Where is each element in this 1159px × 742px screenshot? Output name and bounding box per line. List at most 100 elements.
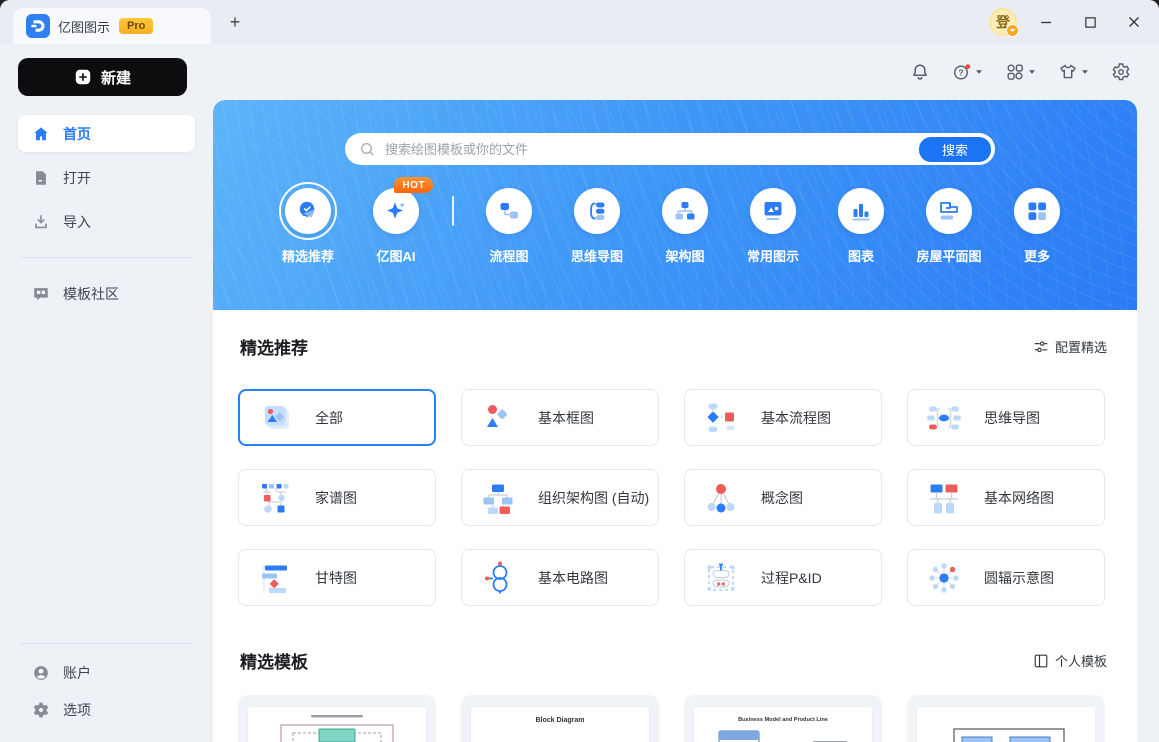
section-title: 精选推荐 [240,339,308,358]
sidebar-item-import[interactable]: 导入 [18,203,195,240]
document-icon [32,169,50,187]
avatar-dropdown-icon [1006,24,1019,37]
new-tab-button[interactable]: + [224,11,246,33]
template-preview-image: Business Model and Product Line [694,707,872,742]
category-charts[interactable]: 图表 [817,188,905,265]
configure-featured-link[interactable]: 配置精选 [1033,337,1107,356]
all-templates-icon [256,399,294,437]
template-card-basic-frame[interactable]: 基本框图 [461,389,659,446]
sidebar-item-options[interactable]: 选项 [18,691,195,728]
maximize-button[interactable] [1075,7,1105,37]
personal-templates-link[interactable]: 个人模板 [1033,651,1107,670]
template-preview-card[interactable]: Business Model and Product Line [684,695,882,742]
template-card-org-chart-auto[interactable]: 组织架构图 (自动) [461,469,659,526]
featured-section-header: 精选推荐 配置精选 [240,334,1107,359]
svg-text:Business Model and Product Lin: Business Model and Product Line [738,717,828,723]
search-bar: 搜索 [345,133,995,165]
template-preview-card[interactable]: Block Diagram [461,695,659,742]
basic-frame-icon [479,399,517,437]
sidebar-item-home[interactable]: 首页 [18,115,195,152]
search-button[interactable]: 搜索 [919,136,991,162]
floorplan-icon [940,202,958,220]
sidebar-item-label: 打开 [63,169,91,186]
notifications-button[interactable] [910,62,930,82]
org-chart-auto-icon [479,479,517,517]
template-card-basic-flowchart[interactable]: 基本流程图 [684,389,882,446]
category-ai[interactable]: HOT 亿图AI [352,177,440,265]
template-card-label: 基本流程图 [761,409,831,426]
category-flowchart[interactable]: 流程图 [465,188,553,265]
template-preview-card[interactable] [238,695,436,742]
help-menu-button[interactable]: ? [952,62,983,82]
sidebar: 新建 首页 打开 导入 模板社区 账户 选项 [0,44,213,742]
bell-icon [913,64,927,80]
template-card-label: 基本电路图 [538,569,608,586]
settings-button[interactable] [1111,62,1131,82]
template-card-label: 思维导图 [984,409,1040,426]
template-card-all[interactable]: 全部 [238,389,436,446]
templates-section-header: 精选模板 个人模板 [240,648,1107,673]
panel-icon [1034,654,1048,667]
main-area: ? 搜索绘图模板或你的文件 搜索 精选推荐 HOT 亿图AI 流程图 思维导图 … [213,44,1159,742]
new-button-label: 新建 [100,69,131,87]
close-button[interactable] [1119,7,1149,37]
sidebar-nav: 首页 打开 导入 模板社区 [18,115,195,312]
flowchart-icon [500,203,518,219]
template-card-radial-diagram[interactable]: 圆辐示意图 [907,549,1105,606]
template-card-concept-map[interactable]: 概念图 [684,469,882,526]
search-input[interactable] [385,141,919,157]
template-card-label: 圆辐示意图 [984,569,1054,586]
search-icon [361,142,374,156]
template-card-label: 全部 [315,409,343,426]
category-floorplan[interactable]: 房屋平面图 [905,188,993,265]
bar-chart-icon [852,204,870,221]
minimize-button[interactable] [1031,7,1061,37]
category-label: 流程图 [489,249,529,264]
category-row: 精选推荐 HOT 亿图AI 流程图 思维导图 架构图 常用图示 图表 房屋平面图… [213,177,1137,265]
template-card-label: 家谱图 [315,489,357,506]
selected-ring [279,182,337,240]
template-card-process-pid[interactable]: 过程P&ID [684,549,882,606]
category-label: 架构图 [665,249,705,264]
new-document-button[interactable]: 新建 [18,58,187,96]
sidebar-item-template-community[interactable]: 模板社区 [18,275,195,312]
sidebar-item-open[interactable]: 打开 [18,159,195,196]
tab-bar: 亿图图示 Pro + 登 [0,0,1159,44]
shirt-icon [1060,64,1076,79]
basic-network-icon [925,479,963,517]
category-orgchart[interactable]: 架构图 [641,188,729,265]
featured-card-grid: 全部 基本框图 基本流程图 思维导图 家谱图 组织架构图 (自动) 概念图 基本… [238,389,1137,606]
picture-icon [764,202,782,220]
app-logo-icon [26,14,50,38]
category-label: 亿图AI [376,249,416,264]
top-toolbar: ? [213,44,1159,100]
import-icon [32,213,50,231]
theme-menu-button[interactable] [1058,62,1089,82]
configure-featured-label: 配置精选 [1054,340,1107,355]
category-common-diagrams[interactable]: 常用图示 [729,188,817,265]
category-label: 思维导图 [570,249,623,264]
template-preview-card[interactable] [907,695,1105,742]
gantt-icon [256,559,294,597]
user-avatar[interactable]: 登 [989,8,1019,37]
template-card-gantt[interactable]: 甘特图 [238,549,436,606]
category-more[interactable]: 更多 [993,188,1081,265]
template-card-family-tree[interactable]: 家谱图 [238,469,436,526]
category-featured[interactable]: 精选推荐 [264,182,352,265]
template-preview-image [917,707,1095,742]
more-grid-icon [1028,202,1046,220]
category-mindmap[interactable]: 思维导图 [553,188,641,265]
template-card-mindmap[interactable]: 思维导图 [907,389,1105,446]
help-icon: ? [953,64,971,80]
template-card-basic-network[interactable]: 基本网络图 [907,469,1105,526]
settings-gear-icon [1112,63,1130,81]
template-card-basic-circuit[interactable]: 基本电路图 [461,549,659,606]
chevron-down-icon [1082,70,1088,74]
sidebar-item-account[interactable]: 账户 [18,654,195,691]
mindmap-card-icon [925,399,963,437]
sidebar-item-label: 账户 [63,664,91,681]
tab-title: 亿图图示 [58,19,111,35]
apps-menu-button[interactable] [1005,62,1036,82]
category-label: 精选推荐 [281,249,334,264]
app-tab[interactable]: 亿图图示 Pro [13,8,211,44]
